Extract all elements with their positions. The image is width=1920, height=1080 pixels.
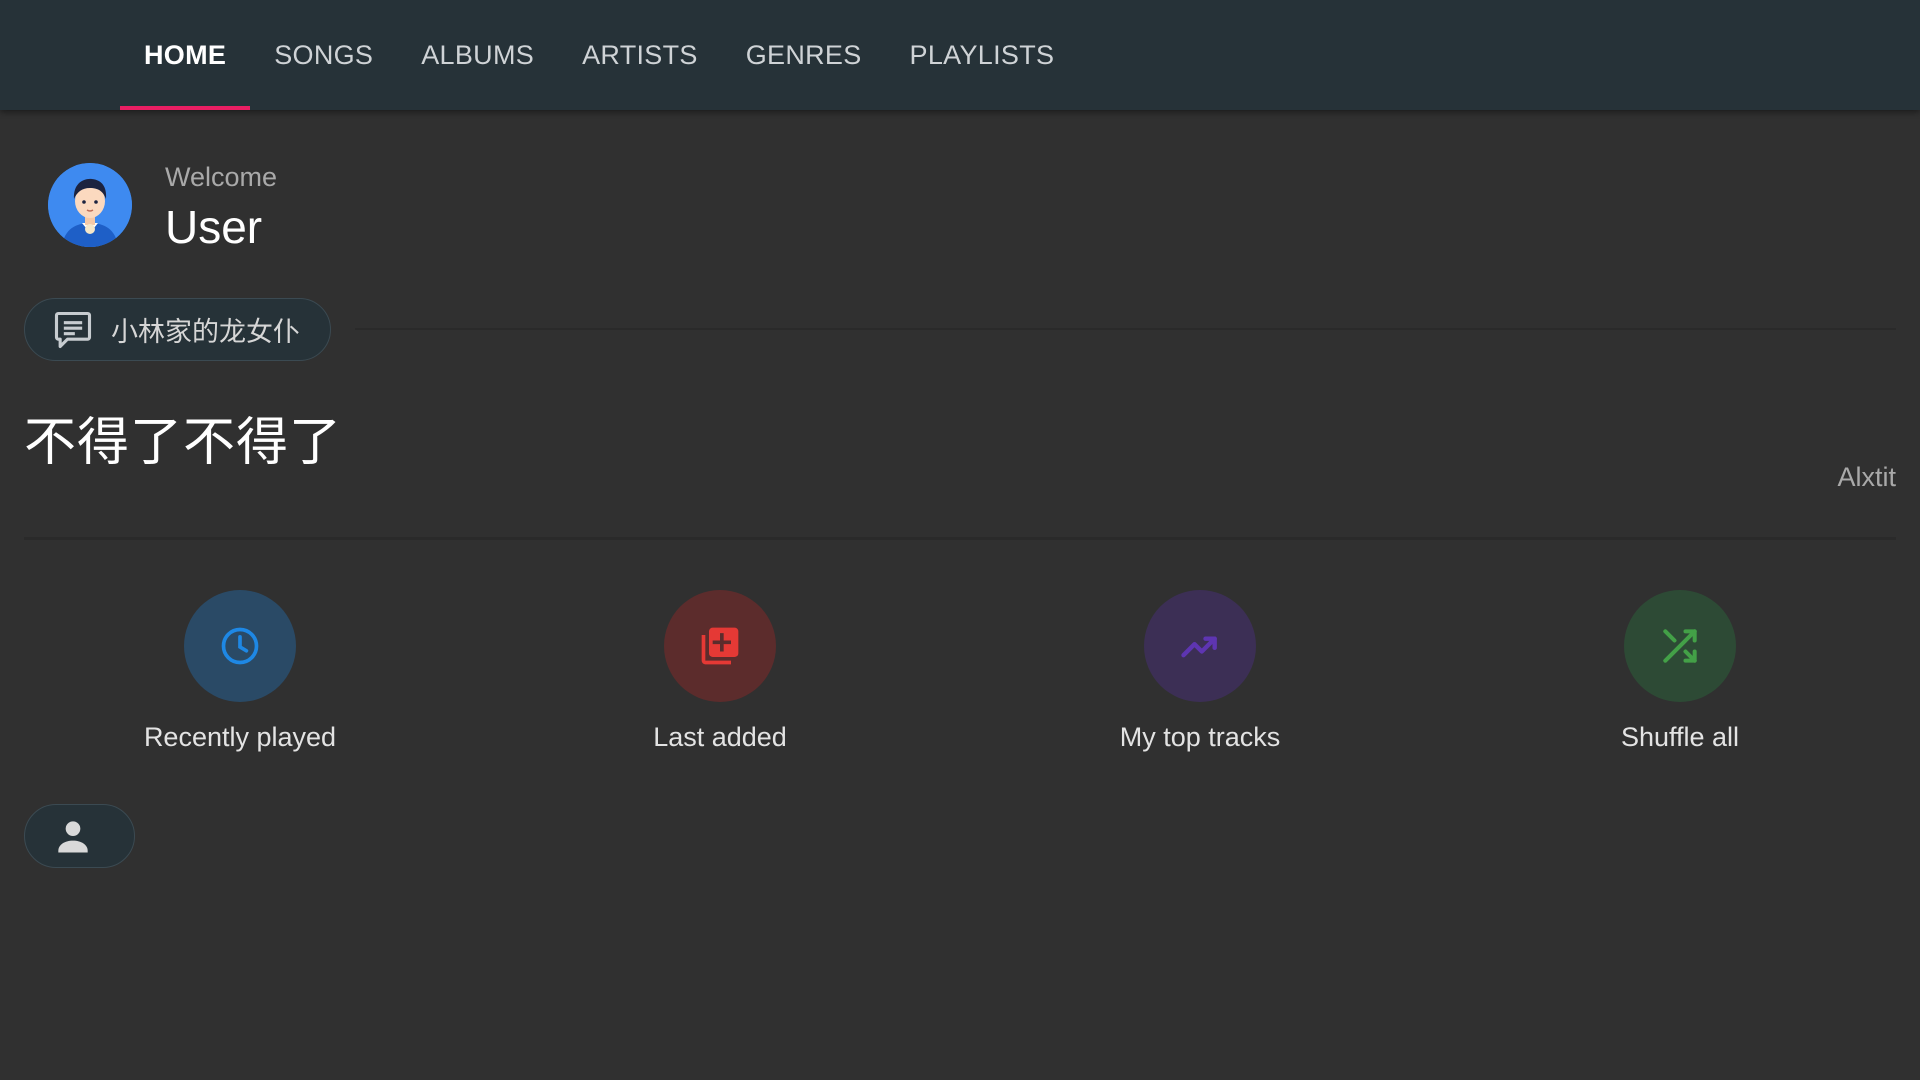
last-added-circle xyxy=(664,590,776,702)
tab-home[interactable]: HOME xyxy=(120,0,251,110)
section-divider xyxy=(24,537,1896,540)
my-top-tracks-label: My top tracks xyxy=(1119,722,1281,752)
message-icon xyxy=(54,311,92,348)
shuffle-all-button[interactable]: Shuffle all xyxy=(1530,590,1830,753)
shuffle-all-label: Shuffle all xyxy=(1620,722,1740,752)
lyric-author: Alxtit xyxy=(1837,462,1896,492)
top-tab-bar: HOME SONGS ALBUMS ARTISTS GENRES PLAYLIS… xyxy=(0,0,1920,110)
tab-list: HOME SONGS ALBUMS ARTISTS GENRES PLAYLIS… xyxy=(120,0,1078,110)
quick-actions: Recently played Last added My top tracks xyxy=(0,590,1920,760)
recently-played-button[interactable]: Recently played xyxy=(90,590,390,753)
person-icon xyxy=(58,821,88,853)
divider xyxy=(355,328,1896,330)
tab-songs[interactable]: SONGS xyxy=(250,0,397,110)
my-top-tracks-button[interactable]: My top tracks xyxy=(1050,590,1350,753)
clock-icon xyxy=(221,627,259,665)
user-name: User xyxy=(165,201,263,253)
song-chip[interactable]: 小林家的龙女仆 xyxy=(24,298,331,361)
welcome-label: Welcome xyxy=(165,162,278,192)
last-added-label: Last added xyxy=(653,722,787,752)
song-title: 小林家的龙女仆 xyxy=(111,317,300,347)
user-chip[interactable] xyxy=(24,804,135,868)
last-added-button[interactable]: Last added xyxy=(570,590,870,753)
lyric-text: 不得了不得了 xyxy=(24,414,343,472)
shuffle-all-circle xyxy=(1624,590,1736,702)
shuffle-icon xyxy=(1663,629,1697,663)
library-add-icon xyxy=(701,627,739,665)
recently-played-circle xyxy=(184,590,296,702)
tab-albums[interactable]: ALBUMS xyxy=(397,0,558,110)
trending-up-icon xyxy=(1181,636,1217,658)
tab-artists[interactable]: ARTISTS xyxy=(558,0,722,110)
user-avatar[interactable] xyxy=(48,163,132,247)
avatar-illustration xyxy=(48,163,132,247)
tab-genres[interactable]: GENRES xyxy=(722,0,886,110)
tab-playlists[interactable]: PLAYLISTS xyxy=(886,0,1079,110)
recently-played-label: Recently played xyxy=(143,722,337,752)
my-top-tracks-circle xyxy=(1144,590,1256,702)
